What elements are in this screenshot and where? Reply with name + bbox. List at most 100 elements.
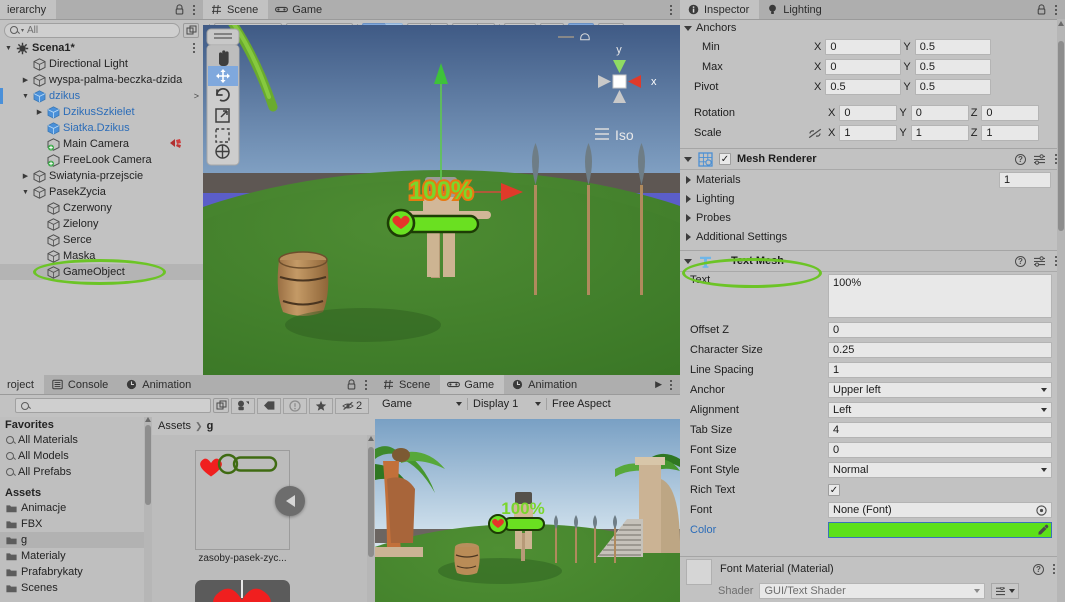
filter-by-type-button[interactable] [231,397,255,414]
tab-lighting[interactable]: Lighting [759,0,832,19]
shader-dropdown[interactable]: GUI/Text Shader [759,583,986,599]
hierarchy-item-siatka-dzikus[interactable]: Siatka.Dzikus [0,120,203,136]
constrain-proportions-icon[interactable] [808,128,826,139]
tab-animation-project[interactable]: Animation [118,375,201,394]
chevron-right-icon[interactable] [686,175,691,184]
hierarchy-item-zielony[interactable]: Zielony [0,216,203,232]
text-mesh-header[interactable]: Text Mesh ? [680,250,1065,272]
mesh-renderer-section-probes[interactable]: Probes [680,208,1065,227]
expand-arrow-icon[interactable]: ▶ [21,76,30,84]
rotation-x-field[interactable]: 0 [839,105,898,121]
scene-viewport[interactable]: 100% y x Iso [203,25,680,375]
field-text[interactable]: 100% [828,274,1052,318]
chevron-down-icon[interactable] [684,258,692,264]
hierarchy-menu-icon[interactable] [191,4,197,15]
aspect-dropdown[interactable]: Free Aspect [547,396,616,412]
preset-icon[interactable] [1033,255,1046,267]
tab-inspector[interactable]: Inspector [680,0,760,19]
folder-item-materialy[interactable]: Materialy [0,548,152,564]
prefab-open-icon[interactable]: > [194,91,199,101]
eyedropper-icon[interactable] [1037,524,1049,536]
favorites-filter-button[interactable] [309,397,333,414]
folder-item-prafabrykaty[interactable]: Prafabrykaty [0,564,152,580]
help-icon[interactable]: ? [1033,563,1044,575]
hierarchy-item-dzikusszkielet[interactable]: ▶ DzikusSzkielet [0,104,203,120]
materials-count-field[interactable]: 1 [999,171,1051,188]
chevron-right-icon[interactable] [686,194,691,203]
scene-menu-icon[interactable] [191,43,197,53]
hidden-items-button[interactable]: 2 [335,397,369,414]
mesh-renderer-section-materials[interactable]: Materials 1 [680,170,1065,189]
hierarchy-item-dzikus[interactable]: ▼ dzikus > [0,88,203,104]
tab-scene-bottom[interactable]: Scene [375,375,440,394]
hierarchy-item-main-camera[interactable]: Main Camera [0,136,203,152]
scale-y-field[interactable]: 1 [910,125,969,141]
tab-scene[interactable]: Scene [203,0,269,19]
anchors-foldout[interactable]: Anchors [680,19,1065,37]
object-picker-icon[interactable] [1036,504,1047,516]
field-rich-text[interactable]: ✓ [828,484,840,496]
mesh-renderer-header[interactable]: ✓ Mesh Renderer ? [680,148,1065,170]
anchor-min-y-field[interactable]: 0.5 [914,39,991,55]
field-offset-z[interactable]: 0 [828,322,1052,338]
field-line-spacing[interactable]: 1 [828,362,1052,378]
field-tab-size[interactable]: 4 [828,422,1052,438]
inspector-menu-icon[interactable] [1053,4,1059,15]
display-dropdown[interactable]: Display 1 [468,396,546,412]
rotation-z-field[interactable]: 0 [981,105,1040,121]
tab-overflow-icon[interactable]: ▶ [655,379,662,390]
asset-grid-area[interactable]: zasoby-pasek-zyc... [152,435,375,602]
folder-item-g[interactable]: g [0,532,152,548]
project-search-input[interactable] [15,398,211,413]
pivot-x-field[interactable]: 0.5 [825,79,902,95]
field-font[interactable]: None (Font) [828,502,1052,518]
hierarchy-item-swiatynia-przejscie[interactable]: ▶ Swiatynia-przejscie [0,168,203,184]
asset-preview-prev-button[interactable] [275,486,305,516]
field-font-style[interactable]: Normal [828,462,1052,478]
anchor-min-x-field[interactable]: 0 [825,39,902,55]
help-icon[interactable]: ? [1015,255,1026,267]
folder-item-animacje[interactable]: Animacje [0,500,152,516]
breadcrumb-assets[interactable]: Assets [158,420,191,432]
folder-item-fbx[interactable]: FBX [0,516,152,532]
hierarchy-item-serce[interactable]: Serce [0,232,203,248]
hierarchy-search-input[interactable]: ▾ All [4,22,180,38]
hierarchy-item-gameobject[interactable]: GameObject [0,264,203,280]
warning-filter-button[interactable] [283,397,307,414]
lock-icon[interactable] [174,4,185,15]
hierarchy-item-wyspa-palma-beczka-dzida[interactable]: ▶ wyspa-palma-beczka-dzida [0,72,203,88]
folder-item-scenes[interactable]: Scenes [0,580,152,596]
chevron-right-icon[interactable] [686,232,691,241]
field-color[interactable] [828,522,1052,538]
asset-item-heart[interactable] [195,580,290,602]
hierarchy-item-freelook-camera[interactable]: FreeLook Camera [0,152,203,168]
scene-menu-icon[interactable] [668,4,674,15]
game-view-dropdown[interactable]: Game [377,396,467,412]
filter-by-label-button[interactable] [257,397,281,414]
chevron-right-icon[interactable] [686,213,691,222]
scale-z-field[interactable]: 1 [981,125,1040,141]
shader-settings-button[interactable] [991,583,1020,599]
project-menu-icon[interactable] [363,379,369,390]
mesh-renderer-enabled-checkbox[interactable]: ✓ [719,153,731,165]
rotation-y-field[interactable]: 0 [910,105,969,121]
pivot-y-field[interactable]: 0.5 [914,79,991,95]
tab-project[interactable]: roject [0,375,44,394]
game-viewport[interactable]: 100% [375,419,680,602]
hierarchy-scene-row[interactable]: ▼ Scena1* [0,40,203,56]
expand-arrow-icon[interactable]: ▼ [21,189,30,196]
lock-icon[interactable] [346,379,357,390]
mesh-renderer-section-lighting[interactable]: Lighting [680,189,1065,208]
expand-arrow-icon[interactable]: ▶ [35,108,44,116]
preset-icon[interactable] [1033,153,1046,165]
tab-hierarchy[interactable]: ierarchy [0,0,57,19]
favorite-item-all-models[interactable]: All Models [0,448,152,464]
tab-animation-game[interactable]: Animation [504,375,587,394]
anchor-max-x-field[interactable]: 0 [825,59,902,75]
field-alignment[interactable]: Left [828,402,1052,418]
expand-arrow-icon[interactable]: ▶ [21,172,30,180]
help-icon[interactable]: ? [1015,153,1026,165]
asset-grid-scrollbar[interactable] [367,435,375,602]
expand-arrow-icon[interactable]: ▼ [21,93,30,100]
game-menu-icon[interactable] [668,379,674,390]
